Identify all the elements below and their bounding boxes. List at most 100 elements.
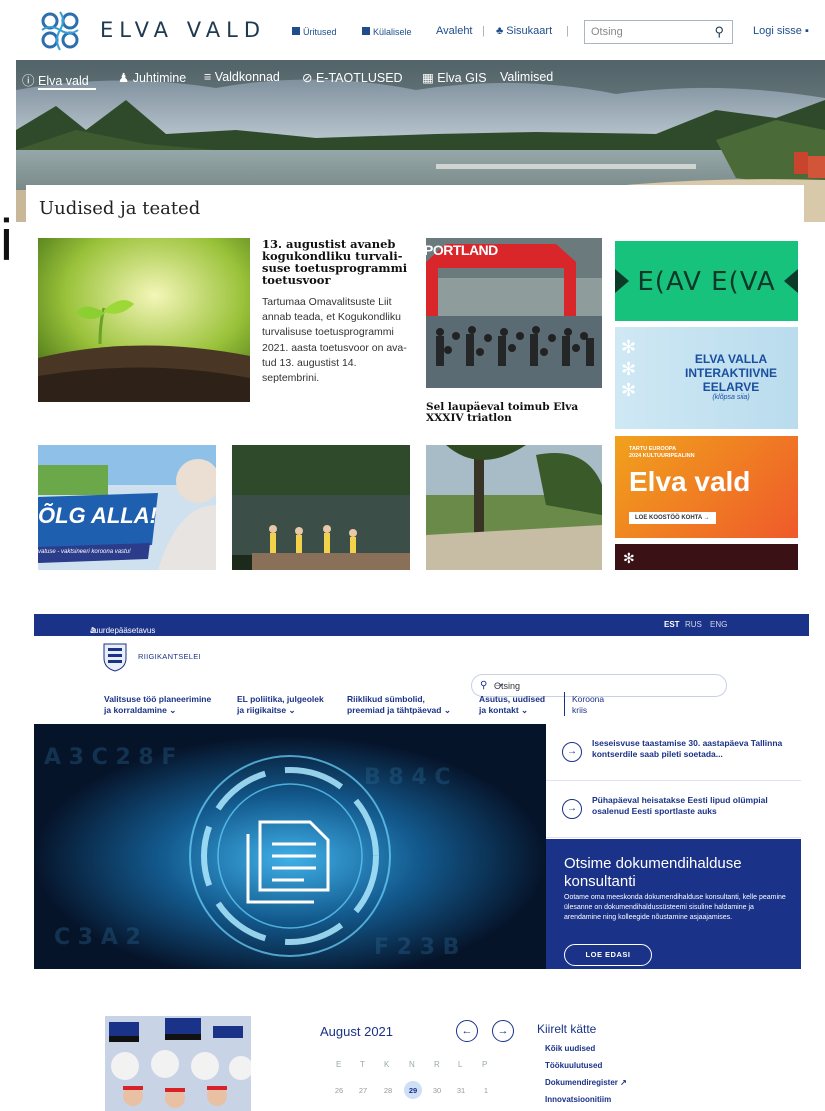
nav-juhtimine[interactable]: ♟ Juhtimine xyxy=(118,70,186,85)
tile-lake-jump[interactable] xyxy=(232,445,410,570)
calendar-prev-button[interactable]: ← xyxy=(456,1020,478,1042)
site-name[interactable]: ELVA VALD xyxy=(100,18,266,42)
arrow-right-icon: → xyxy=(562,799,582,819)
visitor-icon xyxy=(362,27,370,35)
search-icon[interactable]: ⚲ xyxy=(714,24,724,40)
search-placeholder: Otsing xyxy=(591,26,623,38)
events-link[interactable]: Üritused xyxy=(292,27,337,37)
map-icon: ▦ xyxy=(422,71,434,85)
nav-label: Valimised xyxy=(500,70,554,84)
nav-koroona[interactable]: Koroona kriis xyxy=(572,694,604,716)
news1-body: Tartumaa Omavalitsuste Liit annab teada,… xyxy=(262,296,407,385)
sitemap-link[interactable]: ♣ Sisukaart xyxy=(496,25,552,37)
banner-eelarve[interactable]: ✻ ✻ ✻ ELVA VALLA INTERAKTIIVNE EELARVE (kl… xyxy=(615,327,798,429)
search-input[interactable]: Otsing ⚲ xyxy=(584,20,733,44)
rk-logo-text[interactable]: RIIGIKANTSELEI xyxy=(138,652,201,661)
tile-vaccine[interactable]: ÕLG ALLA! vatuse - vaktsineeri koroona v… xyxy=(38,445,216,570)
arrow-right-icon: → xyxy=(562,742,582,762)
tile-forest-path[interactable] xyxy=(426,445,602,570)
tartu-line: 2024 KULTUURIPEALINN xyxy=(629,453,695,460)
news-title: Iseseisvuse taastamise 30. aastapäeva Ta… xyxy=(592,738,783,760)
visitors-label: Külalisele xyxy=(373,27,412,37)
coat-of-arms-icon[interactable] xyxy=(102,642,128,672)
quick-links-title: Kiirelt kätte xyxy=(537,1022,597,1036)
banner-elav-elva[interactable]: E(AV E(VA xyxy=(615,241,798,321)
tartu-line: TARTU EUROOPA xyxy=(629,446,677,452)
arrow-left-icon: ← xyxy=(461,1025,473,1037)
read-more-button[interactable]: LOE EDASI xyxy=(564,944,652,966)
tile-vaccine-sub: vatuse - vaktsineeri koroona vastu! xyxy=(38,549,131,555)
lock-icon: ▪ xyxy=(804,25,809,37)
sitemap-icon: ♣ xyxy=(496,25,504,37)
lang-eng[interactable]: ENG xyxy=(710,620,727,629)
arrow-right-icon[interactable]: → xyxy=(494,679,716,690)
nav-line: EL poliitika, julgeolek xyxy=(237,694,324,704)
quick-link[interactable]: Töökuulutused xyxy=(545,1061,602,1070)
lang-rus[interactable]: RUS xyxy=(685,620,702,629)
calendar-day[interactable]: 26 xyxy=(332,1086,346,1095)
nav-label: Elva GIS xyxy=(437,71,487,85)
banner-tartu-2024[interactable]: TARTU EUROOPA 2024 KULTUURIPEALINN Elva … xyxy=(615,436,798,538)
nav-valdkonnad[interactable]: ≡ Valdkonnad xyxy=(204,70,280,84)
banner-sub: (klõpsa siia) xyxy=(712,394,750,402)
nav-elva-gis[interactable]: ▦ Elva GIS xyxy=(422,70,487,85)
banner-eelarve-text: ELVA VALLA INTERAKTIIVNE EELARVE (klõpsa… xyxy=(667,352,795,402)
side-letter: i xyxy=(0,208,13,273)
tartu-read-more-button[interactable]: LOE KOOSTÖÖ KOHTA → xyxy=(629,512,716,524)
calendar-day[interactable]: 28 xyxy=(381,1086,395,1095)
news1-image[interactable] xyxy=(38,238,250,402)
calendar-day[interactable]: 30 xyxy=(430,1086,444,1095)
top-utility-bar: ⊛ Juurdepääsetavus EST RUS ENG xyxy=(34,614,809,636)
nav-e-taotlused[interactable]: ⊘ E-TAOTLUSED xyxy=(302,70,403,85)
nav-valimised[interactable]: Valimised xyxy=(500,70,553,84)
login-link[interactable]: Logi sisse ▪ xyxy=(753,25,809,37)
svg-text:C 3 A 2: C 3 A 2 xyxy=(54,925,141,950)
banner-line: INTERAKTIIVNE xyxy=(684,365,777,380)
nav-label: E-TAOTLUSED xyxy=(315,71,403,85)
people-icon: ♟ xyxy=(118,71,130,85)
news1-title[interactable]: 13. augustist avaneb kogukondliku turval… xyxy=(262,238,412,286)
svg-text:F 2 3 B: F 2 3 B xyxy=(374,935,459,960)
news2-title[interactable]: Sel laupäeval toimub Elva XXXIV triatlon xyxy=(426,401,602,424)
news2-image[interactable]: PORTLAND xyxy=(426,238,602,388)
nav-line: kriis xyxy=(572,705,588,716)
weekday-label: N xyxy=(409,1060,415,1069)
news-item[interactable]: → Pühapäeval heisatakse Eesti lipud olüm… xyxy=(546,781,801,838)
calendar-day[interactable]: 27 xyxy=(356,1086,370,1095)
feature-body: Ootame oma meeskonda dokumendihalduse ko… xyxy=(564,894,786,921)
nav-el-poliitika[interactable]: EL poliitika, julgeolek ja riigikaitse ⌄ xyxy=(237,694,324,716)
quick-link[interactable]: Innovatsioonitiim xyxy=(545,1095,611,1104)
rk-header: RIIGIKANTSELEI ⚲ Otsing → Valitsuse töö … xyxy=(34,636,809,724)
news-item[interactable]: → Iseseisvuse taastamise 30. aastapäeva … xyxy=(546,724,801,781)
link-icon: ⊘ xyxy=(302,71,313,85)
search-icon: ⚲ xyxy=(480,680,488,691)
tartu-logo-text: TARTU EUROOPA 2024 KULTUURIPEALINN xyxy=(629,446,695,460)
calendar-next-button[interactable]: → xyxy=(492,1020,514,1042)
quick-link-label: Dokumendiregister xyxy=(545,1078,618,1087)
nav-elva-vald[interactable]: ⓘ Elva vald xyxy=(22,70,89,89)
calendar-day[interactable]: 1 xyxy=(479,1086,493,1095)
visitors-link[interactable]: Külalisele xyxy=(362,27,412,37)
nav-divider xyxy=(564,692,565,716)
nav-riiklikud-symbolid[interactable]: Riiklikud sümbolid, preemiad ja tähtpäeva… xyxy=(347,694,451,716)
banner-dark[interactable]: ✻ xyxy=(615,544,798,570)
weekday-label: P xyxy=(482,1060,488,1069)
calendar-day-today[interactable]: 29 xyxy=(406,1086,420,1095)
nav-line: ja korraldamine ⌄ xyxy=(104,705,177,716)
nav-line: Koroona xyxy=(572,694,605,704)
nav-asutus[interactable]: Asutus, uudised ja kontakt ⌄ xyxy=(479,694,545,716)
quick-link[interactable]: Dokumendiregister ↗ xyxy=(545,1078,627,1087)
nav-line: ja riigikaitse ⌄ xyxy=(237,705,296,716)
lang-est[interactable]: EST xyxy=(664,620,680,629)
login-label: Logi sisse xyxy=(753,25,802,37)
nav-valitsus[interactable]: Valitsuse töö planeerimine ja korraldamin… xyxy=(104,694,211,716)
calendar-day[interactable]: 31 xyxy=(454,1086,468,1095)
nav-line: Valitsuse töö planeerimine xyxy=(104,694,212,704)
divider: | xyxy=(566,25,569,37)
home-link[interactable]: Avaleht xyxy=(436,25,473,37)
nav-line: Riiklikud sümbolid, xyxy=(347,694,425,704)
quick-link[interactable]: Kõik uudised xyxy=(545,1044,595,1053)
elva-header: ELVA VALD Üritused Külalisele Avaleht | … xyxy=(16,0,825,60)
elva-logo-icon[interactable] xyxy=(36,8,84,59)
celebration-photo[interactable] xyxy=(105,1016,251,1111)
